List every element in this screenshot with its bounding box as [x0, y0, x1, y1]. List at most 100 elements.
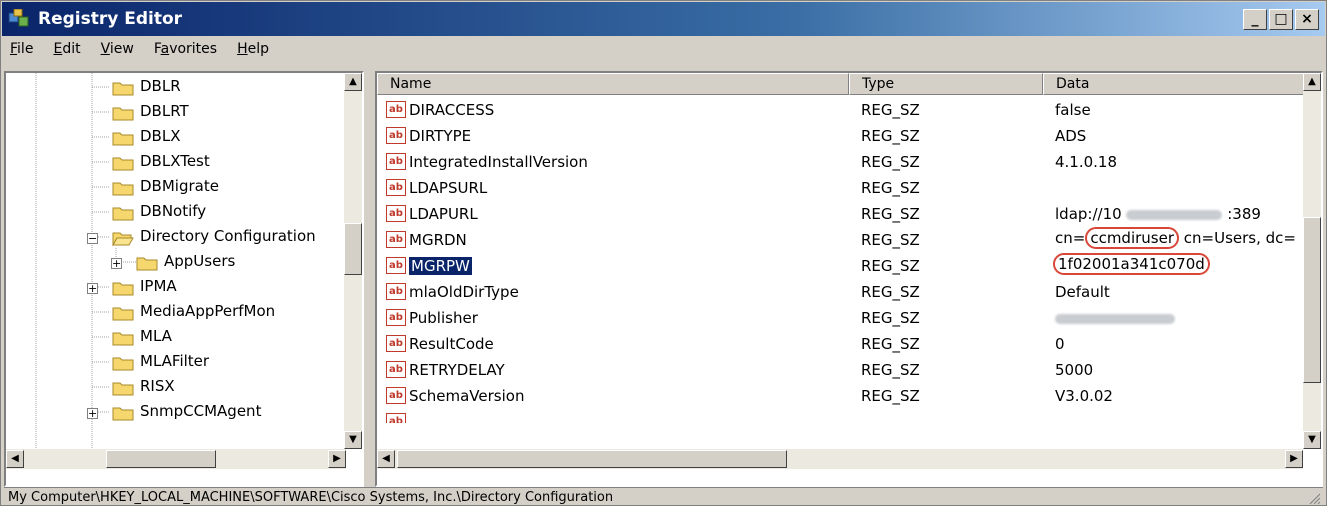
scroll-down-arrow-icon[interactable]: ▼	[1303, 431, 1321, 449]
scroll-right-arrow-icon[interactable]: ▶	[1285, 450, 1303, 468]
scroll-down-arrow-icon[interactable]: ▼	[344, 431, 362, 449]
scroll-left-arrow-icon[interactable]: ◀	[377, 450, 395, 468]
menu-view[interactable]: View	[93, 39, 142, 63]
string-value-icon: ab	[386, 257, 406, 274]
open-folder-icon	[112, 232, 134, 246]
scroll-right-arrow-icon[interactable]: ▶	[328, 450, 346, 468]
tree-horizontal-scrollbar[interactable]: ◀ ▶	[6, 449, 346, 469]
menu-help[interactable]: Help	[229, 39, 277, 63]
value-name: ResultCode	[409, 335, 494, 353]
folder-icon	[112, 82, 134, 96]
tree-hscroll-thumb[interactable]	[106, 450, 216, 468]
highlighted-password: 1f02001a341c070d	[1053, 253, 1210, 275]
value-row[interactable]: ab mlaOldDirType REG_SZ Default	[377, 279, 1303, 305]
tree-item-label: MLAFilter	[140, 352, 210, 370]
tree-item[interactable]: + AppUsers	[6, 250, 346, 275]
highlighted-username: ccmdiruser	[1085, 227, 1180, 249]
ldap-url-suffix: :389	[1227, 205, 1261, 223]
value-data: false	[1055, 101, 1091, 119]
value-type: REG_SZ	[861, 387, 920, 405]
string-value-icon: ab	[386, 387, 406, 404]
value-row[interactable]: ab DIRTYPE REG_SZ ADS	[377, 123, 1303, 149]
column-header-data[interactable]: Data	[1043, 73, 1305, 95]
scroll-left-arrow-icon[interactable]: ◀	[6, 450, 24, 468]
tree-scroll-thumb[interactable]	[344, 223, 362, 275]
string-value-icon: ab	[386, 283, 406, 300]
value-row-partial[interactable]: ab	[377, 409, 1303, 423]
title-bar[interactable]: Registry Editor _ □ ×	[2, 2, 1325, 36]
menu-file-rest: ile	[17, 41, 34, 57]
tree-item-label: SnmpCCMAgent	[140, 402, 262, 420]
key-tree-pane[interactable]: DBLR DBLRT DBLX DBLXTest DBMigrate DBNot…	[4, 71, 364, 487]
string-value-icon: ab	[386, 309, 406, 326]
value-row[interactable]: ab DIRACCESS REG_SZ false	[377, 97, 1303, 123]
folder-icon	[112, 382, 134, 396]
value-data: V3.0.02	[1055, 387, 1113, 405]
menu-file[interactable]: File	[2, 39, 41, 63]
tree-item[interactable]: DBMigrate	[6, 175, 346, 200]
values-vertical-scrollbar[interactable]: ▲ ▼	[1303, 73, 1321, 449]
registry-editor-window: Registry Editor _ □ × File Edit View Fav…	[0, 0, 1327, 506]
tree-item-label: DBLXTest	[140, 152, 210, 170]
folder-icon	[112, 307, 134, 321]
values-hscroll-thumb[interactable]	[397, 450, 787, 468]
close-button[interactable]: ×	[1295, 9, 1319, 30]
value-name: MGRDN	[409, 231, 467, 249]
value-row[interactable]: ab LDAPURL REG_SZ ldap://10 :389	[377, 201, 1303, 227]
tree-item[interactable]: DBLXTest	[6, 150, 346, 175]
values-list-pane[interactable]: Name Type Data ab DIRACCESS REG_SZ false…	[375, 71, 1323, 487]
minimize-button[interactable]: _	[1243, 9, 1267, 30]
menu-file-accel: F	[10, 41, 18, 57]
resize-grip-icon[interactable]	[1307, 491, 1321, 505]
value-type: REG_SZ	[861, 127, 920, 145]
mgrdn-suffix: cn=Users, dc=	[1179, 229, 1296, 247]
tree-item[interactable]: MLA	[6, 325, 346, 350]
tree-item[interactable]: DBNotify	[6, 200, 346, 225]
column-header-type[interactable]: Type	[849, 73, 1043, 95]
menu-edit[interactable]: Edit	[45, 39, 88, 63]
scroll-up-arrow-icon[interactable]: ▲	[344, 73, 362, 91]
value-row[interactable]: ab LDAPSURL REG_SZ	[377, 175, 1303, 201]
column-header-name[interactable]: Name	[377, 73, 849, 95]
tree-item[interactable]: MediaAppPerfMon	[6, 300, 346, 325]
scroll-up-arrow-icon[interactable]: ▲	[1303, 73, 1321, 91]
value-row[interactable]: ab SchemaVersion REG_SZ V3.0.02	[377, 383, 1303, 409]
value-row[interactable]: ab MGRDN REG_SZ cn= ccmdiruser cn=Users, …	[377, 227, 1303, 253]
values-horizontal-scrollbar[interactable]: ◀ ▶	[377, 449, 1303, 469]
value-name: DIRTYPE	[409, 127, 472, 145]
tree-item[interactable]: RISX	[6, 375, 346, 400]
expand-icon[interactable]: +	[87, 283, 98, 294]
menu-favorites[interactable]: Favorites	[146, 39, 225, 63]
value-type: REG_SZ	[861, 335, 920, 353]
folder-icon	[136, 257, 158, 271]
tree-item[interactable]: + IPMA	[6, 275, 346, 300]
tree-item-label: Directory Configuration	[140, 227, 316, 245]
menu-favorites-rest: vorites	[169, 41, 218, 57]
value-type: REG_SZ	[861, 309, 920, 327]
value-row-selected[interactable]: ab MGRPW REG_SZ 1f02001a341c070d	[377, 253, 1303, 279]
value-row[interactable]: ab IntegratedInstallVersion REG_SZ 4.1.0…	[377, 149, 1303, 175]
value-row[interactable]: ab RETRYDELAY REG_SZ 5000	[377, 357, 1303, 383]
expand-icon[interactable]: +	[111, 258, 122, 269]
maximize-button[interactable]: □	[1269, 9, 1293, 30]
values-scroll-thumb[interactable]	[1303, 217, 1321, 383]
tree-vertical-scrollbar[interactable]: ▲ ▼	[344, 73, 362, 449]
value-row[interactable]: ab ResultCode REG_SZ 0	[377, 331, 1303, 357]
value-data: 5000	[1055, 361, 1094, 379]
value-data: cn= ccmdiruser cn=Users, dc=	[1055, 227, 1296, 249]
tree-item-label: MediaAppPerfMon	[140, 302, 276, 320]
expand-icon[interactable]: +	[87, 408, 98, 419]
tree-item[interactable]: DBLRT	[6, 100, 346, 125]
collapse-icon[interactable]: −	[87, 233, 98, 244]
tree-item[interactable]: DBLX	[6, 125, 346, 150]
tree-item[interactable]: DBLR	[6, 75, 346, 100]
value-name: LDAPURL	[409, 205, 478, 223]
tree-item[interactable]: MLAFilter	[6, 350, 346, 375]
tree-item[interactable]: + SnmpCCMAgent	[6, 400, 346, 425]
tree-item-label: IPMA	[140, 277, 177, 295]
value-row[interactable]: ab Publisher REG_SZ	[377, 305, 1303, 331]
tree-item-directory-configuration[interactable]: − Directory Configuration	[6, 225, 346, 250]
tree-item-label: AppUsers	[164, 252, 236, 270]
string-value-icon: ab	[386, 101, 406, 118]
menu-edit-rest: dit	[62, 41, 81, 57]
